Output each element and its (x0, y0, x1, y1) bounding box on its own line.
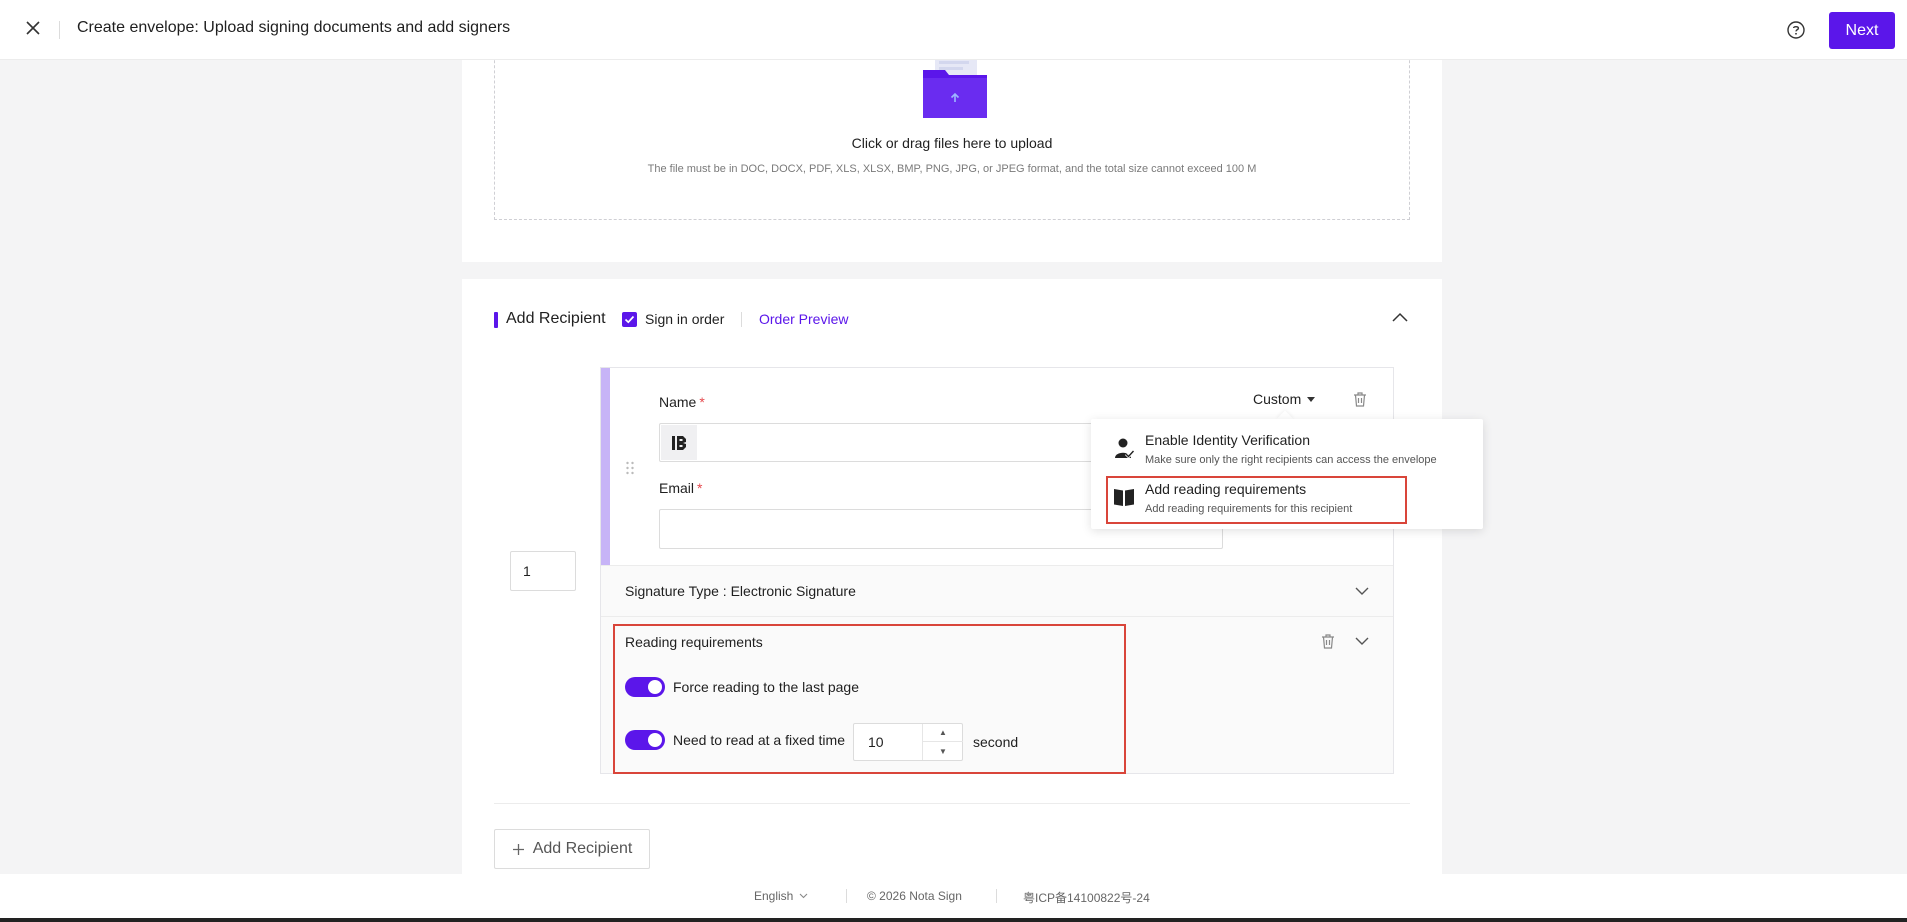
footer-divider (996, 889, 997, 903)
trash-icon[interactable] (1320, 633, 1336, 649)
folder-upload-icon (923, 56, 987, 118)
custom-dropdown[interactable]: Custom (1253, 391, 1316, 407)
section-accent-bar (494, 312, 498, 328)
checkmark-icon (624, 315, 635, 324)
bottom-edge (0, 918, 1907, 922)
force-reading-toggle[interactable] (625, 677, 665, 697)
email-label: Email * (659, 480, 703, 496)
reading-requirements-row: Reading requirements Force reading to th… (601, 617, 1393, 773)
recipient-order-input[interactable]: 1 (510, 551, 576, 591)
identity-verify-icon (1115, 438, 1135, 459)
header-divider (59, 21, 60, 39)
signature-type-row[interactable]: Signature Type : Electronic Signature (601, 565, 1393, 617)
contact-book-icon[interactable] (661, 425, 697, 460)
fixed-time-label: Need to read at a fixed time (673, 732, 845, 748)
page-title: Create envelope: Upload signing document… (77, 19, 511, 36)
icp-link[interactable]: 粤ICP备14100822号-24 (1023, 889, 1150, 906)
caret-down-icon (1307, 396, 1316, 402)
upload-title: Click or drag files here to upload (851, 135, 1053, 151)
add-recipient-button[interactable]: Add Recipient (494, 829, 650, 869)
order-preview-link[interactable]: Order Preview (759, 311, 848, 327)
footer: English © 2026 Nota Sign 粤ICP备14100822号-… (0, 874, 1907, 918)
custom-dropdown-label: Custom (1253, 391, 1302, 407)
time-unit-label: second (973, 734, 1019, 750)
step-up-icon[interactable]: ▲ (923, 724, 963, 742)
section-divider (494, 803, 1410, 804)
footer-divider (846, 889, 847, 903)
section-title: Add Recipient (506, 310, 606, 327)
plus-icon (512, 843, 524, 855)
fixed-time-input[interactable]: 10 ▲ ▼ (853, 723, 963, 761)
menu-item-desc: Add reading requirements for this recipi… (1145, 503, 1353, 515)
sign-in-order-label[interactable]: Sign in order (645, 311, 724, 327)
menu-item-reading-requirements[interactable]: Add reading requirements Add reading req… (1091, 470, 1483, 518)
next-button[interactable]: Next (1829, 12, 1895, 49)
reading-requirements-title: Reading requirements (625, 634, 763, 650)
name-label: Name * (659, 394, 705, 410)
menu-item-desc: Make sure only the right recipients can … (1145, 454, 1437, 466)
force-reading-label: Force reading to the last page (673, 679, 860, 695)
help-icon[interactable] (1785, 19, 1807, 41)
chevron-down-icon[interactable] (1354, 633, 1370, 649)
chevron-down-icon (799, 893, 808, 899)
language-label: English (754, 889, 794, 903)
chevron-up-icon[interactable] (1390, 307, 1410, 327)
upload-format-hint: The file must be in DOC, DOCX, PDF, XLS,… (647, 163, 1257, 175)
drag-handle-icon[interactable] (625, 460, 635, 476)
close-icon[interactable] (22, 17, 44, 39)
language-select[interactable]: English (754, 889, 808, 903)
book-icon (1114, 489, 1134, 506)
signature-type-label: Signature Type : Electronic Signature (625, 583, 856, 599)
menu-item-title: Enable Identity Verification (1145, 432, 1310, 448)
add-recipient-label: Add Recipient (532, 840, 633, 857)
recipient-color-bar (601, 368, 610, 565)
recipient-card: Add Recipient Sign in order Order Previe… (462, 279, 1442, 879)
sign-in-order-checkbox[interactable] (622, 312, 637, 327)
upload-card: Click or drag files here to upload The f… (462, 40, 1442, 262)
step-down-icon[interactable]: ▼ (923, 742, 963, 760)
file-dropzone[interactable]: Click or drag files here to upload The f… (494, 40, 1410, 220)
divider (741, 312, 742, 327)
custom-dropdown-menu: Enable Identity Verification Make sure o… (1091, 419, 1483, 529)
quantity-stepper[interactable]: ▲ ▼ (922, 724, 963, 760)
chevron-down-icon[interactable] (1354, 583, 1370, 599)
menu-item-title: Add reading requirements (1145, 481, 1307, 497)
top-header: Create envelope: Upload signing document… (0, 0, 1907, 60)
trash-icon[interactable] (1352, 391, 1368, 407)
menu-item-identity-verification[interactable]: Enable Identity Verification Make sure o… (1091, 421, 1483, 469)
copyright-text: © 2026 Nota Sign (867, 889, 962, 903)
fixed-time-value: 10 (868, 734, 884, 750)
fixed-time-toggle[interactable] (625, 730, 665, 750)
